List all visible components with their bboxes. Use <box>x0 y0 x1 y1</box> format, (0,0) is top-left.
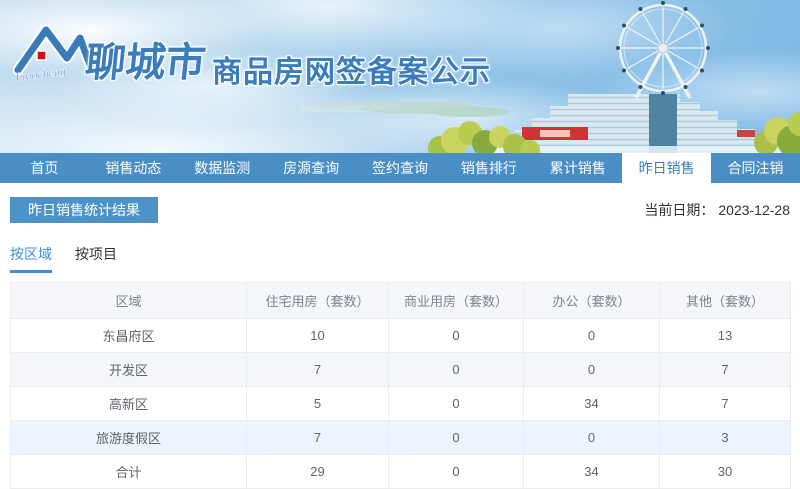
table-cell: 0 <box>388 386 524 421</box>
table-cell: 7 <box>246 352 389 387</box>
table-cell: 13 <box>659 318 791 353</box>
table-cell: 开发区 <box>10 352 247 387</box>
table-cell: 7 <box>659 386 791 421</box>
site-banner: Liaocheng 聊城市 商品房网签备案公示 <box>0 0 800 153</box>
sales-stats-table: 区域 住宅用房（套数） 商业用房（套数） 办公（套数） 其他（套数） 东昌府区 10 0 0 1… <box>10 282 791 489</box>
brand-name: 聊城市 <box>83 41 208 85</box>
site-title: 商品房网签备案公示 <box>212 56 491 89</box>
column-header: 办公（套数） <box>523 282 660 319</box>
nav-item-contract-cancellation[interactable]: 合同注销 <box>711 153 800 183</box>
nav-item-sales-activity[interactable]: 销售动态 <box>89 153 178 183</box>
tab-by-project[interactable]: 按项目 <box>75 244 117 273</box>
table-cell: 0 <box>388 318 524 353</box>
table-cell: 34 <box>523 386 660 421</box>
column-header: 区域 <box>10 282 247 319</box>
main-nav: 首页 销售动态 数据监测 房源查询 签约查询 销售排行 累计销售 昨日销售 合同注销 <box>0 153 800 183</box>
page-title: 昨日销售统计结果 <box>10 197 158 223</box>
current-date-label: 当前日期： <box>644 202 715 218</box>
nav-item-data-monitoring[interactable]: 数据监测 <box>178 153 267 183</box>
table-cell: 0 <box>523 420 660 455</box>
table-row: 合计 29 0 34 30 <box>10 454 791 489</box>
table-cell: 7 <box>246 420 389 455</box>
table-cell: 0 <box>388 352 524 387</box>
column-header: 住宅用房（套数） <box>246 282 389 319</box>
table-cell: 0 <box>388 420 524 455</box>
table-cell: 0 <box>523 352 660 387</box>
table-cell: 0 <box>388 454 524 489</box>
table-row: 旅游度假区 7 0 0 3 <box>10 420 791 455</box>
table-cell: 30 <box>659 454 791 489</box>
column-header: 其他（套数） <box>659 282 791 319</box>
table-cell: 7 <box>659 352 791 387</box>
column-header: 商业用房（套数） <box>388 282 524 319</box>
nav-item-listing-search[interactable]: 房源查询 <box>267 153 356 183</box>
nav-item-contract-search[interactable]: 签约查询 <box>356 153 445 183</box>
ferris-wheel-illustration <box>616 1 710 99</box>
mountain-logo-icon <box>12 24 94 76</box>
page: Liaocheng 聊城市 商品房网签备案公示 首页 销售动态 数据监测 房源查询 签约… <box>0 0 800 489</box>
nav-item-home[interactable]: 首页 <box>0 153 89 183</box>
table-row: 高新区 5 0 34 7 <box>10 386 791 421</box>
table-row: 东昌府区 10 0 0 13 <box>10 318 791 353</box>
current-date-value: 2023-12-28 <box>718 202 790 218</box>
table-cell: 旅游度假区 <box>10 420 247 455</box>
table-cell: 0 <box>523 318 660 353</box>
current-date: 当前日期： 2023-12-28 <box>644 200 790 220</box>
table-cell: 高新区 <box>10 386 247 421</box>
distant-shore-illustration <box>300 100 510 117</box>
table-cell: 29 <box>246 454 389 489</box>
table-cell: 5 <box>246 386 389 421</box>
view-tabs: 按区域 按项目 <box>10 244 790 273</box>
nav-item-cumulative-sales[interactable]: 累计销售 <box>533 153 622 183</box>
table-cell: 合计 <box>10 454 247 489</box>
nav-item-yesterday-sales[interactable]: 昨日销售 <box>622 153 712 183</box>
main-content: 昨日销售统计结果 当前日期： 2023-12-28 按区域 按项目 区域 住宅用房（套… <box>0 183 800 489</box>
table-cell: 东昌府区 <box>10 318 247 353</box>
table-cell: 34 <box>523 454 660 489</box>
nav-item-sales-ranking[interactable]: 销售排行 <box>444 153 533 183</box>
table-cell: 3 <box>659 420 791 455</box>
tab-by-region[interactable]: 按区域 <box>10 244 52 273</box>
table-row: 开发区 7 0 0 7 <box>10 352 791 387</box>
table-cell: 10 <box>246 318 389 353</box>
site-logo[interactable]: Liaocheng <box>12 18 94 84</box>
